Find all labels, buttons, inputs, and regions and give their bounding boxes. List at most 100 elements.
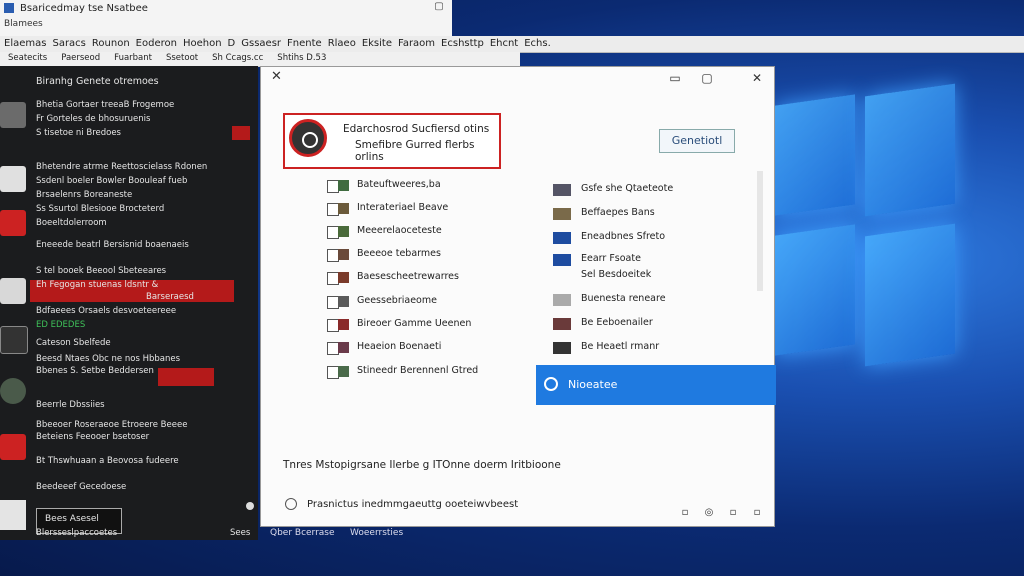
banner-subtitle: Smefibre Gurred flerbs orlins bbox=[355, 139, 475, 163]
toolbar-label: Blamees bbox=[4, 19, 43, 29]
thumbnail bbox=[0, 434, 26, 460]
list-item-label: Heaeion Boenaeti bbox=[357, 341, 442, 352]
thumbnail bbox=[0, 166, 26, 192]
item-label: Barseraesd bbox=[146, 292, 194, 302]
maximize-icon[interactable]: ▢ bbox=[699, 71, 715, 85]
menu-item[interactable]: Echs. bbox=[524, 38, 551, 49]
toolbar-item[interactable]: Shtihs D.53 bbox=[277, 53, 326, 63]
windows-logo bbox=[775, 83, 955, 390]
thumbnail bbox=[0, 326, 28, 354]
item-label: Ss Ssurtol Blesiooe Brocteterd bbox=[36, 204, 165, 214]
close-icon[interactable]: ▫ bbox=[751, 507, 763, 519]
file-icon bbox=[338, 226, 349, 237]
toolbar-item[interactable]: Fuarbant bbox=[114, 53, 152, 63]
menu-item[interactable]: Saracs bbox=[52, 38, 85, 49]
menu-item[interactable]: Rounon bbox=[92, 38, 130, 49]
menu-item[interactable]: Ehcnt bbox=[490, 38, 518, 49]
folder-icon bbox=[553, 342, 571, 354]
list-item-label: Geessebriaeome bbox=[357, 295, 437, 306]
menu-item[interactable]: Eoderon bbox=[136, 38, 177, 49]
selected-option-label: Nioeatee bbox=[568, 378, 618, 391]
secondary-toolbar: Seatecits Paerseod Fuarbant Ssetoot Sh Ccags… bbox=[0, 52, 520, 67]
thumbnail bbox=[0, 378, 26, 404]
item-label: Eh Fegogan stuenas ldsntr & bbox=[36, 280, 159, 290]
background-window: Bsaricedmay tse Nsatbee ▢ Blamees bbox=[0, 0, 452, 37]
item-label: S tisetoe ni Bredoes bbox=[36, 128, 121, 138]
item-label: Cateson Sbelfede bbox=[36, 338, 111, 348]
window-title: Bsaricedmay tse Nsatbee bbox=[20, 3, 148, 14]
item-label: Brsaelenrs Boreaneste bbox=[36, 190, 133, 200]
file-icon bbox=[338, 296, 349, 307]
selected-option[interactable]: Nioeatee bbox=[536, 365, 776, 405]
item-label: Bt Thswhuaan a Beovosa fudeere bbox=[36, 456, 179, 466]
maximize-icon[interactable]: ▫ bbox=[727, 507, 739, 519]
list-item-label: Gsfe she Qtaeteote bbox=[581, 183, 674, 194]
menu-item[interactable]: Rlaeo bbox=[328, 38, 356, 49]
menu-item[interactable]: Elaemas bbox=[4, 38, 46, 49]
item-label: Bbeeoer Roseraeoe Etroeere Beeee bbox=[36, 420, 188, 430]
folder-icon bbox=[553, 294, 571, 306]
item-label: Bbenes S. Setbe Beddersen bbox=[36, 366, 154, 376]
scroll-thumb[interactable] bbox=[246, 502, 254, 510]
menu-item[interactable]: Faraom bbox=[398, 38, 435, 49]
list-item-label: Interateriael Beave bbox=[357, 202, 449, 213]
list-item-label: Meeerelaoceteste bbox=[357, 225, 442, 236]
settings-icon[interactable]: ◎ bbox=[703, 507, 715, 519]
status-label: ED EDEDES bbox=[36, 320, 86, 330]
item-label: Sees bbox=[230, 528, 251, 538]
dialog-window: ✕ ▭ ▢ ✕ Edarchosrod Sucfiersd otins Smef… bbox=[260, 66, 776, 527]
file-icon bbox=[338, 180, 349, 191]
folder-icon bbox=[553, 232, 571, 244]
menu-item[interactable]: Hoehon bbox=[183, 38, 222, 49]
menu-item[interactable]: Fnente bbox=[287, 38, 322, 49]
menu-item[interactable]: Eksite bbox=[362, 38, 392, 49]
list-item-label: Bireoer Gamme Ueenen bbox=[357, 318, 472, 329]
taskbar-item[interactable]: Qber Bcerrase bbox=[270, 528, 335, 538]
scrollbar[interactable] bbox=[757, 171, 763, 291]
list-item-label: Eearr Fsoate bbox=[581, 253, 641, 264]
menu-item[interactable]: Gssaesr bbox=[241, 38, 281, 49]
red-badge bbox=[232, 126, 250, 140]
footer-text: Tnres Mstopigrsane Ilerbe g ITOnne doerm… bbox=[283, 459, 561, 471]
item-label: Beteiens Feeooer bsetoser bbox=[36, 432, 150, 442]
app-logo-icon bbox=[289, 119, 327, 157]
taskbar-item[interactable]: Woeerrsties bbox=[350, 528, 403, 538]
minimize-icon[interactable]: ▭ bbox=[667, 71, 683, 85]
generate-button[interactable]: Genetiotl bbox=[659, 129, 735, 153]
file-icon bbox=[338, 203, 349, 214]
minimize-icon[interactable]: ▫ bbox=[679, 507, 691, 519]
thumbnail bbox=[0, 500, 26, 530]
list-item-label: Be Eeboenailer bbox=[581, 317, 653, 328]
list-item-label: Be Heaetl rmanr bbox=[581, 341, 660, 352]
close-icon[interactable]: ▢ bbox=[432, 1, 446, 13]
thumbnail bbox=[0, 102, 26, 128]
list-item-label: Bateuftweeres,ba bbox=[357, 179, 441, 190]
app-icon bbox=[4, 3, 14, 13]
file-icon bbox=[338, 319, 349, 330]
item-label: Bdfaeees Orsaels desvoeteereee bbox=[36, 306, 177, 316]
thumbnail bbox=[0, 278, 26, 304]
menu-item[interactable]: Ecshsttp bbox=[441, 38, 484, 49]
item-label: Eneeede beatrl Bersisnid boaenaeis bbox=[36, 240, 189, 250]
toolbar-item[interactable]: Seatecits bbox=[8, 53, 47, 63]
item-label: S tel booek Beeool Sbeteeares bbox=[36, 266, 167, 276]
list-item-label: Eneadbnes Sfreto bbox=[581, 231, 666, 242]
folder-icon bbox=[553, 254, 571, 266]
list-item-label: Buenesta reneare bbox=[581, 293, 666, 304]
menu-item[interactable]: D bbox=[228, 38, 236, 49]
list-item-label: Beffaepes Bans bbox=[581, 207, 655, 218]
toolbar-item[interactable]: Sh Ccags.cc bbox=[212, 53, 263, 63]
toolbar-item[interactable]: Paerseod bbox=[61, 53, 100, 63]
toolbar-item[interactable]: Ssetoot bbox=[166, 53, 198, 63]
info-icon bbox=[285, 498, 297, 510]
close-icon[interactable]: ✕ bbox=[271, 69, 282, 84]
item-label: Beerrle Dbssiies bbox=[36, 400, 105, 410]
folder-icon bbox=[553, 184, 571, 196]
folder-icon bbox=[553, 208, 571, 220]
red-badge bbox=[158, 368, 214, 386]
item-label: Bhetia Gortaer treeaB Frogemoe bbox=[36, 100, 175, 110]
item-label: Bhetendre atrme Reettoscielass Rdonen bbox=[36, 162, 208, 172]
close-window-icon[interactable]: ✕ bbox=[749, 71, 765, 85]
menu-bar: Elaemas Saracs Rounon Eoderon Hoehon D Gssaesr… bbox=[0, 36, 1024, 53]
info-icon bbox=[544, 377, 558, 391]
